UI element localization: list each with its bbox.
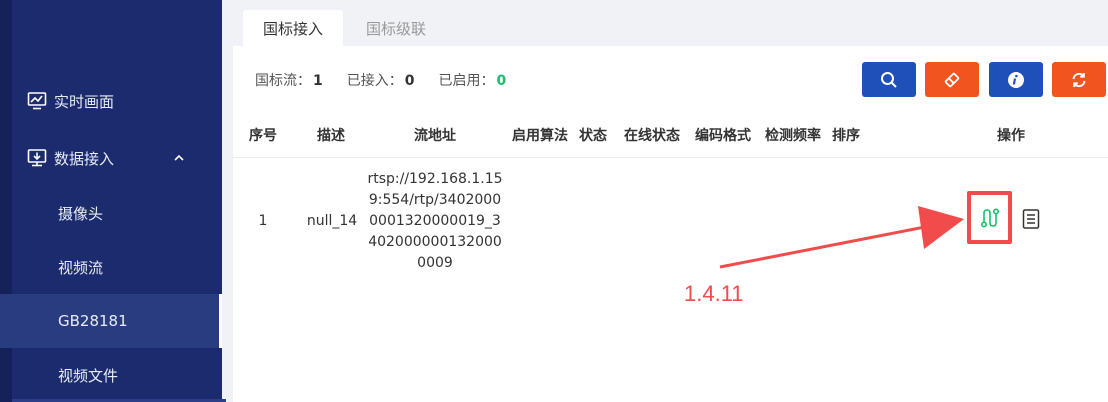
cell-algorithm [507,158,573,284]
cell-status [576,158,610,284]
route-icon[interactable] [979,207,1001,229]
sidebar-subitem-gb28181[interactable]: GB28181 [0,294,222,348]
sidebar-subitem-label: GB28181 [58,312,128,330]
sidebar-subitem-label: 摄像头 [58,204,104,223]
stat-label: 国标流： [255,73,311,89]
refresh-icon [1072,72,1086,87]
tab-gb-cascade[interactable]: 国标级联 [346,10,446,46]
stat-connected: 已接入： 0 [347,70,415,90]
col-url: 流地址 [414,128,456,144]
cell-index: 1 [258,213,268,229]
table-row: 1 null_14 rtsp://192.168.1.159:554/rtp/3… [233,158,1108,284]
document-list-icon[interactable] [1021,208,1041,230]
refresh-button[interactable] [1052,62,1106,97]
info-icon [1008,71,1024,88]
stat-streams: 国标流： 1 [255,70,323,90]
table-header: 序号 描述 流地址 启用算法 状态 在线状态 编码格式 检测频率 排序 操作 [233,112,1108,158]
stat-value: 0 [404,73,415,89]
col-frequency: 检测频率 [765,128,821,144]
sidebar-item-live-view[interactable]: 实时画面 [0,74,222,128]
stat-value: 1 [313,73,323,89]
stat-label: 已启用： [438,73,495,89]
sidebar-subitem-camera[interactable]: 摄像头 [0,186,222,240]
stats-bar: 国标流： 1 已接入： 0 已启用： 0 [255,70,530,90]
cell-frequency [760,158,826,284]
eraser-icon [944,72,960,87]
sidebar-subitem-label: 视频流 [58,258,104,277]
stat-label: 已接入： [346,73,403,89]
cell-desc: null_14 [306,213,358,229]
col-desc: 描述 [317,128,345,144]
sidebar-subitem-label: 视频文件 [58,366,119,385]
clear-button[interactable] [925,62,979,97]
col-codec: 编码格式 [695,128,751,144]
search-icon [881,71,897,88]
tab-gb-access[interactable]: 国标接入 [243,10,343,46]
sidebar-item-label: 数据接入 [54,149,115,168]
sidebar-item-data-access[interactable]: 数据接入 [0,131,222,185]
cell-url: rtsp://192.168.1.159:554/rtp/34020000001… [367,170,503,271]
desktop-download-icon [27,149,47,167]
col-online: 在线状态 [624,128,680,144]
stat-value: 0 [496,73,507,89]
stat-enabled: 已启用： 0 [439,70,507,90]
sidebar-item-label: 实时画面 [54,92,115,111]
search-button[interactable] [862,62,916,97]
main-panel: 国标接入 国标级联 国标流： 1 已接入： 0 已启用： 0 序号 描述 流地址… [233,0,1108,402]
col-actions: 操作 [997,128,1025,144]
monitor-chart-icon [27,92,47,110]
sidebar-subitem-video-stream[interactable]: 视频流 [0,240,222,294]
cell-sort [829,158,863,284]
tab-bar: 国标接入 国标级联 [233,0,1108,46]
chevron-up-icon[interactable] [172,151,186,165]
col-status: 状态 [579,128,607,144]
info-button[interactable] [989,62,1043,97]
cell-online [619,158,685,284]
col-sort: 排序 [832,128,860,144]
cell-codec [690,158,756,284]
col-algorithm: 启用算法 [512,128,568,144]
sidebar-subitem-video-file[interactable]: 视频文件 [0,348,222,402]
sidebar: 实时画面 数据接入 摄像头 视频流 GB28181 视频文件 [0,0,226,402]
col-index: 序号 [249,128,277,144]
annotation-label: 1.4.11 [684,281,744,306]
